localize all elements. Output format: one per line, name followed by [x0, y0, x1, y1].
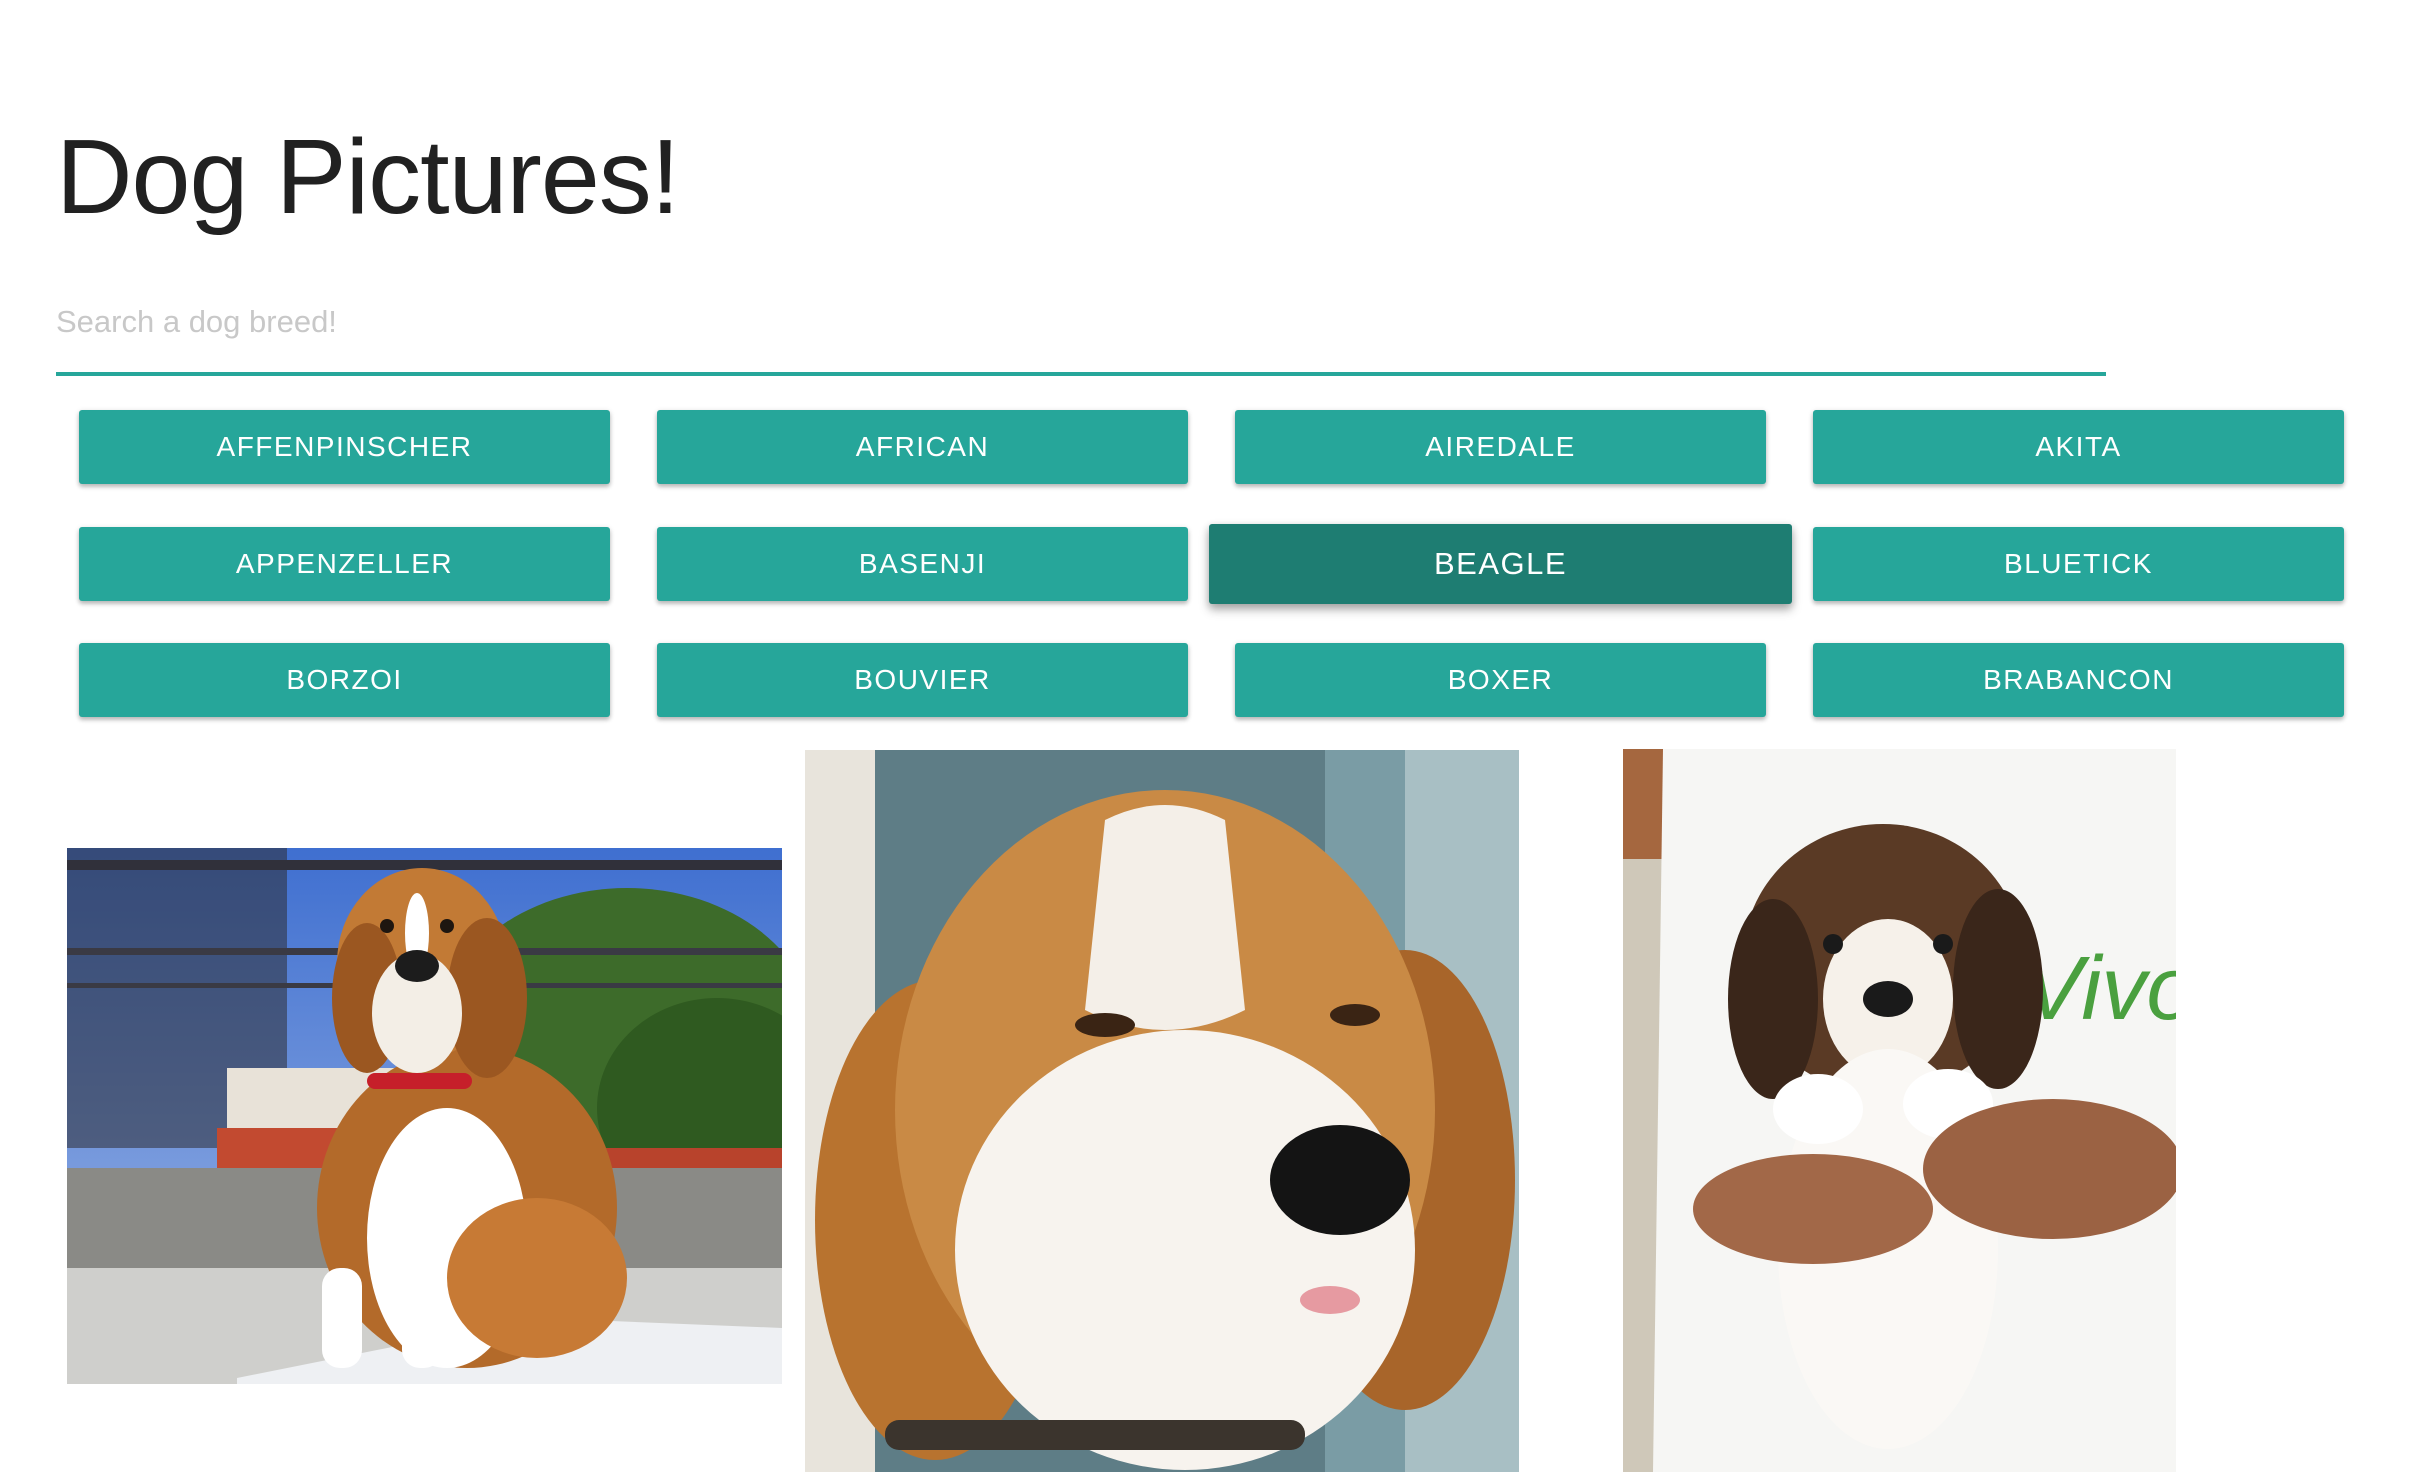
page: Dog Pictures! AFFENPINSCHER AFRICAN AIRE…: [0, 0, 2430, 1472]
breed-button-appenzeller[interactable]: APPENZELLER: [79, 527, 610, 601]
beagle-sitting-image: [67, 848, 782, 1384]
breed-button-brabancon[interactable]: BRABANCON: [1813, 643, 2344, 717]
breed-button-bouvier[interactable]: BOUVIER: [657, 643, 1188, 717]
breed-button-bluetick[interactable]: BLUETICK: [1813, 527, 2344, 601]
page-title: Dog Pictures!: [56, 118, 680, 236]
breed-button-african[interactable]: AFRICAN: [657, 410, 1188, 484]
breed-button-beagle[interactable]: BEAGLE: [1209, 524, 1792, 604]
search-field: [56, 290, 2106, 376]
breed-button-airedale[interactable]: AIREDALE: [1235, 410, 1766, 484]
dog-photo-1: [67, 848, 782, 1384]
beagle-puppy-image: Vivo: [1623, 749, 2176, 1472]
search-input[interactable]: [56, 290, 2106, 354]
breed-button-basenji[interactable]: BASENJI: [657, 527, 1188, 601]
dog-photo-2: [805, 750, 1519, 1472]
breed-button-akita[interactable]: AKITA: [1813, 410, 2344, 484]
breed-button-affenpinscher[interactable]: AFFENPINSCHER: [79, 410, 610, 484]
dog-photo-3: Vivo: [1623, 749, 2176, 1472]
breed-button-boxer[interactable]: BOXER: [1235, 643, 1766, 717]
beagle-face-image: [805, 750, 1519, 1472]
svg-text:Vivo: Vivo: [2023, 939, 2176, 1039]
breed-button-borzoi[interactable]: BORZOI: [79, 643, 610, 717]
